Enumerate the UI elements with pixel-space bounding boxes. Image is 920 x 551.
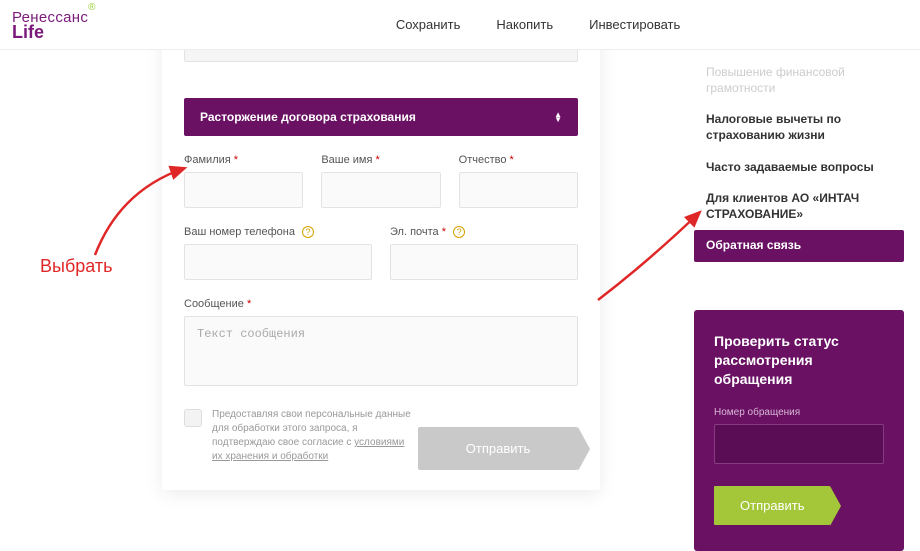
logo: Ренессанс® Life	[12, 9, 96, 41]
consent-text: Предоставляя свои персональные данные дл…	[212, 408, 412, 464]
phone-input[interactable]	[184, 244, 372, 280]
message-textarea[interactable]	[184, 316, 578, 386]
help-icon[interactable]: ?	[453, 226, 465, 238]
submit-button[interactable]: Отправить	[418, 427, 578, 470]
nav-accumulate[interactable]: Накопить	[496, 17, 553, 32]
nav-invest[interactable]: Инвестировать	[589, 17, 680, 32]
sidebar: Оплата страховых взносов банковской карт…	[694, 0, 904, 551]
nav-save[interactable]: Сохранить	[396, 17, 461, 32]
sidebar-item[interactable]: Обратная связь	[694, 230, 904, 262]
lastname-label: Фамилия *	[184, 154, 303, 166]
lastname-input[interactable]	[184, 172, 303, 208]
status-number-input[interactable]	[714, 424, 884, 464]
message-label: Сообщение *	[184, 298, 578, 310]
email-input[interactable]	[390, 244, 578, 280]
chevron-updown-icon: ▲▼	[554, 112, 562, 122]
phone-label: Ваш номер телефона ?	[184, 226, 372, 238]
annotation-select-text: Выбрать	[40, 256, 113, 277]
consent-checkbox[interactable]	[184, 409, 202, 427]
help-icon[interactable]: ?	[302, 226, 314, 238]
main-nav: Сохранить Накопить Инвестировать	[396, 17, 680, 32]
sidebar-item[interactable]: Часто задаваемые вопросы	[694, 152, 904, 184]
header: Ренессанс® Life Сохранить Накопить Инвес…	[0, 0, 920, 50]
patronymic-input[interactable]	[459, 172, 578, 208]
email-label: Эл. почта * ?	[390, 226, 578, 238]
topic-select-label: Расторжение договора страхования	[200, 110, 416, 124]
patronymic-label: Отчество *	[459, 154, 578, 166]
feedback-form: Да, я клиент Нет, я не являюсь вашим кли…	[162, 0, 600, 490]
firstname-input[interactable]	[321, 172, 440, 208]
sidebar-item[interactable]: Для клиентов АО «ИНТАЧ СТРАХОВАНИЕ»	[694, 183, 904, 230]
sidebar-item[interactable]: Повышение финансовой грамотности	[694, 57, 904, 104]
status-title: Проверить статус рассмотрения обращения	[714, 332, 884, 389]
topic-select[interactable]: Расторжение договора страхования ▲▼	[184, 98, 578, 136]
firstname-label: Ваше имя *	[321, 154, 440, 166]
sidebar-item[interactable]: Налоговые вычеты по страхованию жизни	[694, 104, 904, 151]
status-check-box: Проверить статус рассмотрения обращения …	[694, 310, 904, 551]
status-label: Номер обращения	[714, 407, 884, 418]
